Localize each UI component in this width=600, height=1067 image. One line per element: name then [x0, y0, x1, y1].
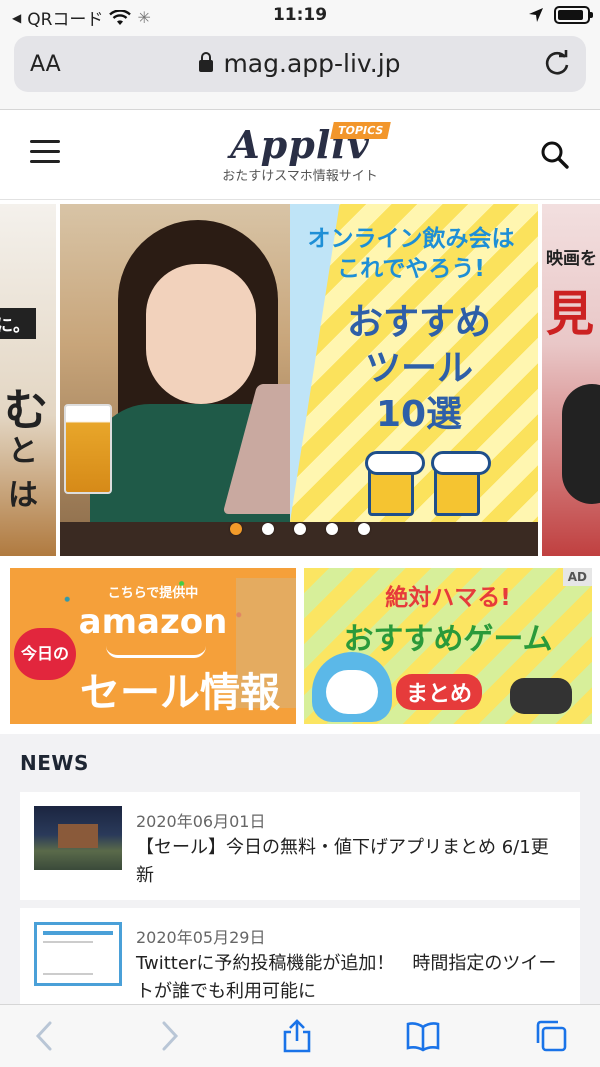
game-ad-banner[interactable]: AD 絶対ハマる! おすすめゲーム まとめ — [304, 568, 592, 724]
slide-prev-text: とは — [8, 434, 38, 513]
news-section: NEWS 2020年06月01日 【セール】今日の無料・値下げアプリまとめ 6/… — [0, 736, 600, 1018]
carousel-slide-current[interactable]: オンライン飲み会は これでやろう! おすすめ ツール 10選 — [60, 204, 538, 556]
battery-icon — [554, 6, 593, 24]
slide-prev-tag: に。 — [0, 308, 36, 339]
tabs-icon[interactable] — [534, 1019, 568, 1053]
url-display[interactable]: mag.app-liv.jp — [14, 49, 586, 78]
carousel-indicators — [0, 523, 600, 537]
amazon-smile-icon — [106, 646, 206, 658]
location-icon — [529, 8, 543, 22]
lock-icon — [199, 52, 214, 72]
news-headline[interactable]: 【セール】今日の無料・値下げアプリまとめ 6/1更新 — [136, 834, 566, 890]
game-banner-line3: まとめ — [396, 674, 483, 710]
carousel-dot[interactable] — [326, 523, 338, 535]
search-icon[interactable] — [540, 140, 570, 170]
news-thumbnail — [34, 922, 122, 986]
news-date: 2020年05月29日 — [136, 928, 266, 947]
slide-headline: オンライン飲み会は これでやろう! — [307, 226, 515, 282]
back-icon[interactable] — [28, 1019, 62, 1053]
share-icon[interactable] — [280, 1019, 314, 1053]
amazon-banner-subtitle: こちらで提供中 — [107, 586, 199, 601]
gamepad-icon — [510, 678, 572, 714]
status-bar: ◀ QRコード ✳ 11:19 — [0, 0, 600, 32]
sale-info-text: セール情報 — [80, 670, 280, 716]
url-text: mag.app-liv.jp — [223, 49, 401, 78]
forward-icon[interactable] — [152, 1019, 186, 1053]
news-thumbnail — [34, 806, 122, 870]
carousel-slide-next[interactable]: 映画を 見 — [542, 204, 600, 556]
carousel-dot[interactable] — [262, 523, 274, 535]
carousel-dot[interactable] — [294, 523, 306, 535]
news-card[interactable]: 2020年06月01日 【セール】今日の無料・値下げアプリまとめ 6/1更新 — [20, 792, 580, 900]
beer-mugs-illustration — [360, 451, 491, 516]
featured-carousel[interactable]: に。 む とは オンライン飲み会は これでやろう! おすすめ ツール 10選 映… — [0, 200, 600, 558]
slide-next-text: 映画を — [546, 249, 597, 269]
amazon-sale-banner[interactable]: こちらで提供中 amazon 今日の セール情報 — [10, 568, 296, 724]
site-logo[interactable]: Appliv TOPICS おたすけスマホ情報サイト — [0, 122, 600, 184]
safari-bottom-toolbar — [0, 1004, 600, 1067]
penguin-mascot-icon — [312, 652, 392, 722]
promo-banners: こちらで提供中 amazon 今日の セール情報 AD 絶対ハマる! おすすめゲ… — [0, 558, 600, 734]
news-date: 2020年06月01日 — [136, 812, 266, 831]
news-heading: NEWS — [20, 751, 89, 775]
slide-next-big-text: 見 — [546, 286, 595, 342]
address-bar[interactable]: AA mag.app-liv.jp — [14, 36, 586, 92]
slide-next-photo — [562, 384, 600, 504]
carousel-slide-prev[interactable]: に。 む とは — [0, 204, 56, 556]
clock: 11:19 — [272, 5, 328, 25]
slide-photo-face — [146, 264, 256, 404]
site-tagline: おたすけスマホ情報サイト — [222, 169, 378, 184]
news-headline[interactable]: Twitterに予約投稿機能が追加！ 時間指定のツイートが誰でも利用可能に — [136, 950, 566, 1006]
news-card[interactable]: 2020年05月29日 Twitterに予約投稿機能が追加！ 時間指定のツイート… — [20, 908, 580, 1018]
site-header: Appliv TOPICS おたすけスマホ情報サイト — [0, 110, 600, 200]
slide-title: おすすめ ツール 10選 — [346, 302, 491, 435]
browser-toolbar: AA mag.app-liv.jp — [0, 32, 600, 110]
bookmarks-icon[interactable] — [406, 1019, 440, 1053]
battery-fill — [558, 10, 583, 20]
reload-icon[interactable] — [542, 48, 572, 78]
game-banner-line1: 絶対ハマる! — [385, 585, 511, 611]
beer-glass-image — [64, 404, 112, 494]
status-right — [528, 6, 593, 24]
carousel-dot[interactable] — [230, 523, 242, 535]
carousel-dot[interactable] — [358, 523, 370, 535]
logo-topics-badge: TOPICS — [330, 122, 392, 139]
